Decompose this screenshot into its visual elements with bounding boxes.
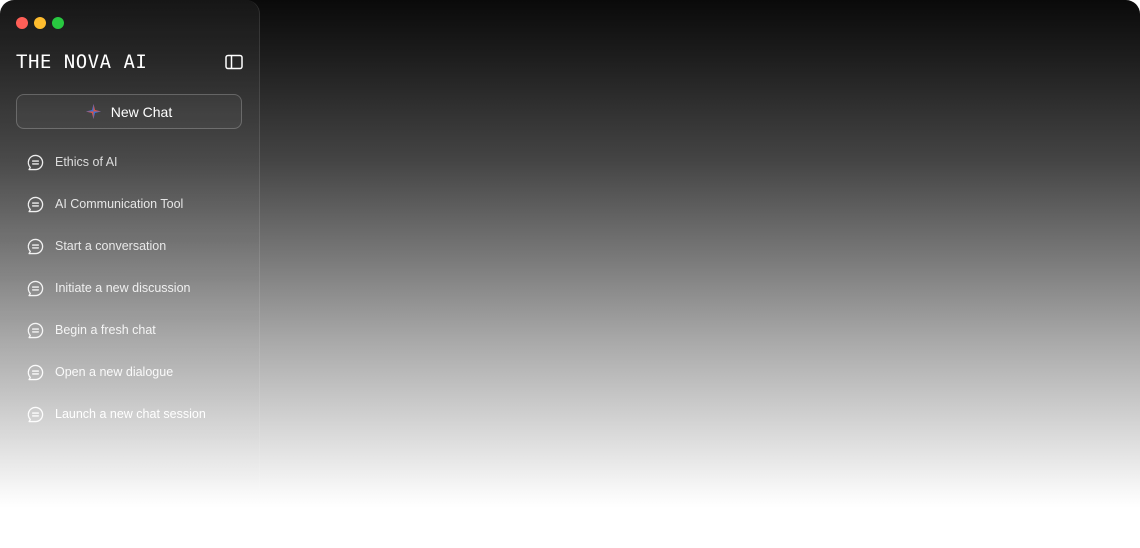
history-item-label: Initiate a new discussion — [55, 281, 191, 295]
history-item-label: Ethics of AI — [55, 155, 118, 169]
chat-bubble-icon — [27, 238, 44, 254]
history-item-label: Open a new dialogue — [55, 365, 174, 379]
chat-bubble-icon — [27, 196, 44, 212]
sidebar-toggle-button[interactable] — [225, 54, 243, 70]
history-item[interactable]: Open a new dialogue — [27, 351, 206, 393]
chat-bubble-icon — [27, 364, 44, 380]
history-item-label: AI Communication Tool — [55, 197, 184, 211]
history-item[interactable]: Start a conversation — [27, 225, 206, 267]
history-item-label: Begin a fresh chat — [55, 323, 156, 337]
chat-bubble-icon — [27, 154, 44, 170]
maximize-window-button[interactable] — [52, 17, 64, 29]
chat-bubble-icon — [27, 280, 44, 296]
sidebar: THE NOVA AI New Chat Ethics of AI AI Com… — [0, 0, 260, 500]
history-item[interactable]: Launch a new chat session — [27, 393, 206, 435]
close-window-button[interactable] — [16, 17, 28, 29]
minimize-window-button[interactable] — [34, 17, 46, 29]
history-item-label: Launch a new chat session — [55, 407, 206, 421]
history-item-label: Start a conversation — [55, 239, 167, 253]
history-item[interactable]: AI Communication Tool — [27, 183, 206, 225]
sparkle-icon — [85, 104, 101, 119]
new-chat-button[interactable]: New Chat — [16, 94, 242, 129]
chat-history-list: Ethics of AI AI Communication Tool Start… — [27, 141, 206, 435]
window-controls — [16, 17, 64, 29]
history-item[interactable]: Ethics of AI — [27, 141, 206, 183]
brand-logo-text: THE NOVA AI — [16, 51, 148, 73]
app-window: THE NOVA AI New Chat Ethics of AI AI Com… — [0, 0, 1140, 548]
history-item[interactable]: Begin a fresh chat — [27, 309, 206, 351]
chat-bubble-icon — [27, 322, 44, 338]
chat-bubble-icon — [27, 406, 44, 422]
sidebar-toggle-icon — [225, 54, 243, 70]
new-chat-label: New Chat — [110, 103, 173, 120]
history-item[interactable]: Initiate a new discussion — [27, 267, 206, 309]
